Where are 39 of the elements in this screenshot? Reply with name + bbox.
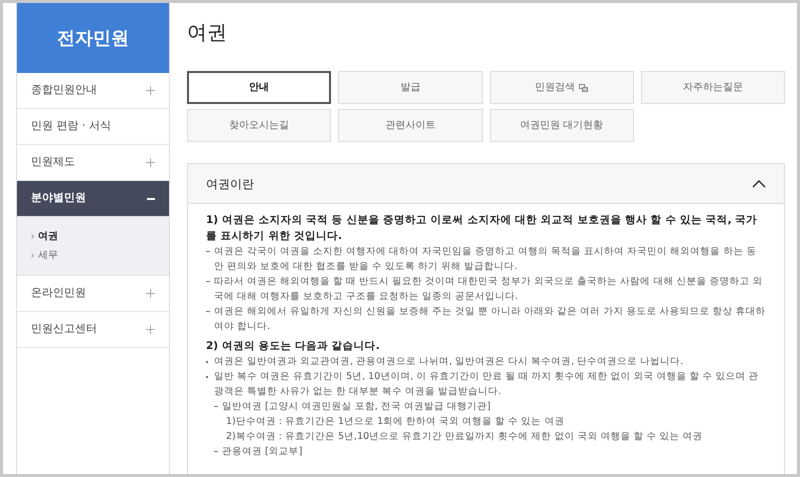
chevron-right-icon — [31, 253, 34, 258]
tab[interactable]: 자주하는질문 — [640, 71, 785, 104]
submenu-item[interactable]: 세무 — [31, 248, 155, 263]
paragraph: 일반 복수 여권은 유효기간이 5년, 10년이며, 이 유효기간이 만료 될 때 까지 횟수에 제한 없이 외국 여행을 할 수 있으며 관광객은 특별한 사유가 없는 한 대부분 복수 여권을 발급받습니다. — [214, 370, 760, 399]
panel-title: 여권이란 — [206, 176, 254, 192]
tab[interactable]: 여권민원 대기현황 — [490, 109, 634, 142]
tab[interactable]: 민원검색 — [490, 71, 634, 104]
paragraph: 여권은 해외에서 유일하게 자신의 신원을 보증해 주는 것일 뿐 아니라 아래와 같은 여러 가지 용도로 사용되므로 항상 휴대하여야 합니다. — [214, 305, 766, 334]
section-heading: 2) 여권의 용도는 다음과 같습니다. — [206, 339, 381, 354]
submenu-item[interactable]: 여권 — [31, 229, 155, 244]
paragraph: 일반여권 [고양시 여권민원실 포함, 전국 여권발급 대행기관] — [222, 400, 491, 414]
tab[interactable]: 찾아오시는길 — [187, 109, 332, 142]
plus-icon — [146, 289, 155, 298]
page-title: 여권 — [187, 19, 228, 46]
panel-header[interactable]: 여권이란 — [188, 164, 784, 204]
paragraph: 따라서 여권은 해외여행을 할 때 반드시 필요한 것이며 대한민국 정부가 외국으로 출국하는 사람에 대해 신분을 증명하고 외국에 대해 여행자를 보호하고 구조를 요청하는 일종의 공문서입니다. — [214, 275, 764, 304]
paragraph: 여권은 각국이 여권을 소지한 여행자에 대하여 자국민임을 증명하고 여행의 목적을 표시하여 자국민이 해외여행을 하는 동안 편의와 보호에 대한 협조를 받을 수 있도록 하기 위해 발급합니다. — [214, 245, 758, 274]
tab[interactable]: 관련사이트 — [338, 109, 482, 142]
plus-icon — [146, 325, 155, 334]
sidebar-item[interactable]: 분야별민원 — [17, 181, 169, 217]
dash-icon — [214, 451, 218, 452]
chevron-up-icon — [752, 180, 766, 188]
dash-icon — [206, 281, 210, 282]
paragraph: 여권은 일반여권과 외교관여권, 관용여권으로 나뉘며, 일반여권은 다시 복수여권, 단수여권으로 나뉩니다. — [214, 355, 684, 369]
paragraph: 관용여권 [외교부] — [222, 445, 302, 459]
plus-icon — [146, 158, 155, 167]
paragraph: 1)단수여권 : 유효기간은 1년으로 1회에 한하여 국외 여행을 할 수 있는 여권 — [226, 415, 564, 429]
minus-icon — [147, 198, 155, 200]
dash-icon — [206, 311, 210, 312]
tab[interactable]: 발급 — [338, 71, 482, 104]
paragraph: 2)복수여권 : 유효기간은 5년,10년으로 유효기간 만료일까지 횟수에 제한 없이 국외 여행을 할 수 있는 여권 — [226, 430, 702, 444]
dash-icon — [206, 251, 210, 252]
sidebar-header: 전자민원 — [17, 3, 169, 73]
dash-icon — [214, 406, 218, 407]
plus-icon — [146, 86, 155, 95]
new-window-icon — [579, 84, 588, 92]
section-heading: 1) 여권은 소지자의 국적 등 신분을 증명하고 이로써 소지자에 대한 외교적 보호권을 행사 할 수 있는 국적, 국가를 표시하기 위한 것입니다. — [206, 213, 758, 244]
chevron-right-icon — [31, 234, 34, 239]
tab[interactable]: 안내 — [187, 71, 332, 104]
